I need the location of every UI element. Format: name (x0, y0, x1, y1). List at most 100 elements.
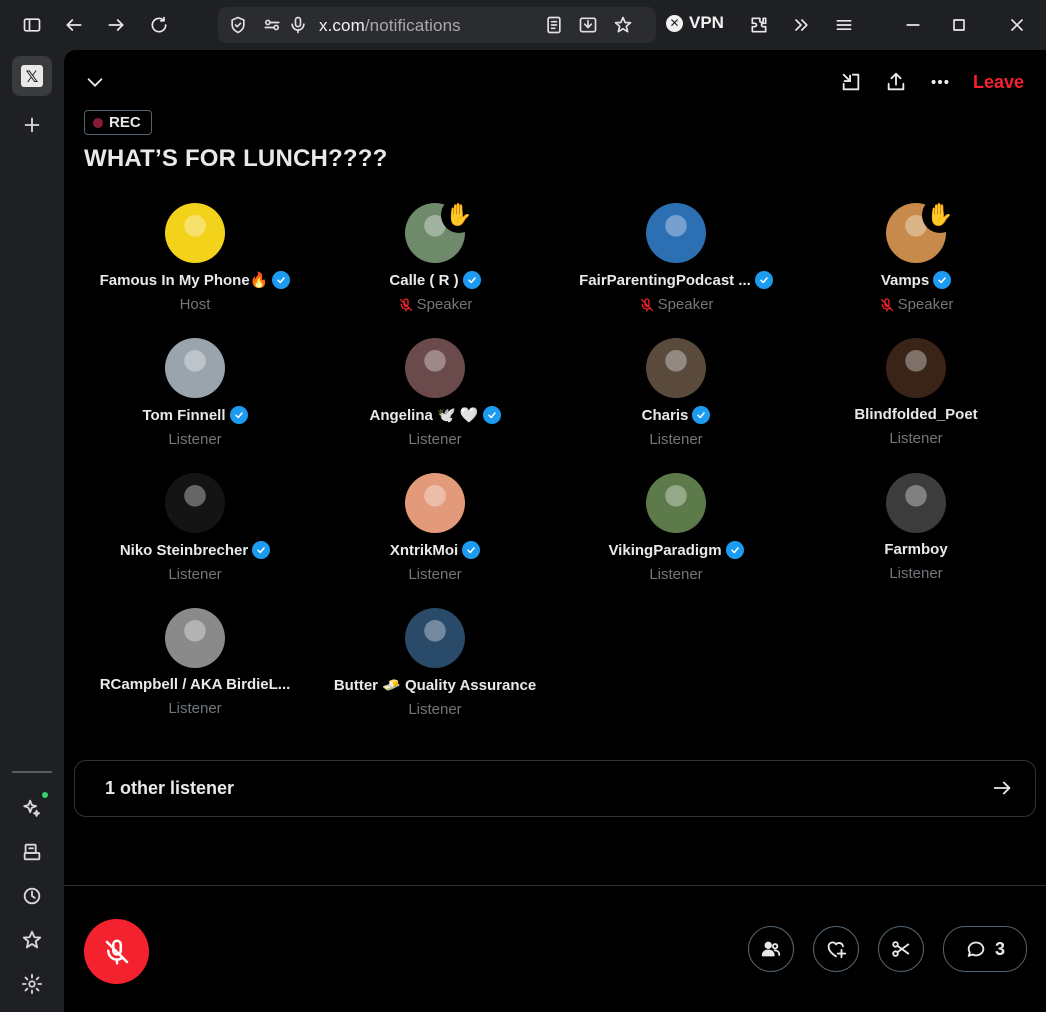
participant-role: Listener (649, 566, 703, 583)
ai-assistant-button[interactable] (12, 788, 52, 828)
participant-name: Farmboy (884, 541, 948, 558)
participant-card[interactable]: Tom Finnell Listener (75, 338, 315, 448)
participant-card[interactable]: FairParentingPodcast ... Speaker (556, 203, 796, 313)
shield-icon[interactable] (228, 15, 248, 35)
participant-role: Listener (168, 431, 222, 448)
sparkle-icon (23, 799, 41, 817)
participant-card[interactable]: Butter 🧈 Quality Assurance Listener (315, 608, 555, 718)
wallet-icon (23, 843, 41, 861)
avatar (405, 338, 465, 398)
extensions-icon[interactable] (744, 10, 774, 40)
more-tools-icon[interactable] (786, 10, 816, 40)
participant-role-row: Listener (75, 431, 315, 448)
add-panel-button[interactable] (12, 105, 52, 145)
participant-role-row: Listener (796, 430, 1036, 447)
settings-button[interactable] (12, 964, 52, 1004)
other-listeners-row[interactable]: 1 other listener (74, 760, 1036, 817)
more-options-button[interactable] (927, 69, 953, 95)
participant-role: Listener (889, 565, 943, 582)
picture-in-picture-button[interactable] (838, 69, 864, 95)
close-window-icon[interactable] (1002, 10, 1032, 40)
star-icon (22, 930, 42, 949)
participant-card[interactable]: Niko Steinbrecher Listener (75, 473, 315, 583)
participant-card[interactable]: VikingParadigm Listener (556, 473, 796, 583)
site-settings-icon[interactable] (262, 15, 282, 35)
avatar (165, 338, 225, 398)
avatar-wrap: ✋ (886, 197, 958, 263)
address-bar[interactable]: x.com/notifications (218, 7, 656, 43)
verified-badge-icon (462, 541, 481, 559)
participant-name: RCampbell / AKA BirdieL... (99, 676, 291, 693)
reload-icon[interactable] (144, 10, 174, 40)
react-button[interactable] (813, 926, 859, 972)
participant-card[interactable]: Charis Listener (556, 338, 796, 448)
pip-icon (842, 73, 860, 91)
participant-card[interactable]: ✋ Calle ( R ) Speaker (315, 197, 555, 313)
participant-card[interactable]: ✋ Vamps Speaker (796, 197, 1036, 313)
participant-name: Calle ( R ) (389, 271, 459, 289)
verified-badge-icon (933, 271, 952, 289)
recording-badge: REC (84, 110, 152, 135)
collapse-button[interactable] (82, 69, 108, 95)
minimize-icon[interactable] (898, 10, 928, 40)
verified-badge-icon (229, 406, 248, 424)
participant-role-row: Listener (796, 565, 1036, 582)
participant-name-row: RCampbell / AKA BirdieL... (75, 676, 315, 693)
microphone-icon[interactable] (288, 15, 308, 35)
share-button[interactable] (883, 69, 909, 95)
participant-name: Famous In My Phone🔥 (99, 272, 269, 289)
participant-name-row: FairParentingPodcast ... (556, 271, 796, 289)
back-icon[interactable] (59, 10, 89, 40)
participant-name-row: Vamps (796, 271, 1036, 289)
avatar-wrap: ✋ (405, 197, 477, 263)
participant-role: Speaker (657, 296, 714, 313)
more-icon (931, 79, 949, 85)
avatar (165, 203, 225, 263)
sidebar-toggle-icon[interactable] (17, 10, 47, 40)
participant-name: Niko Steinbrecher (119, 541, 249, 559)
participant-name: Tom Finnell (142, 406, 226, 424)
muted-mic-icon (398, 297, 414, 313)
avatar (646, 338, 706, 398)
raised-hand-icon: ✋ (922, 197, 958, 233)
avatar (405, 473, 465, 533)
participant-name-row: VikingParadigm (556, 541, 796, 559)
participant-role-row: Listener (315, 431, 555, 448)
mic-toggle-button[interactable] (84, 919, 149, 984)
participant-name: Angelina 🕊️ 🤍 (369, 407, 479, 424)
maximize-icon[interactable] (944, 10, 974, 40)
menu-icon[interactable] (829, 10, 859, 40)
clip-button[interactable] (878, 926, 924, 972)
participant-name-row: XntrikMoi (315, 541, 555, 559)
wallet-button[interactable] (12, 832, 52, 872)
participant-role: Listener (168, 566, 222, 583)
comments-button[interactable]: 3 (943, 926, 1027, 972)
participant-role: Listener (889, 430, 943, 447)
x-app-tab[interactable]: 𝕏 (12, 56, 52, 96)
download-icon[interactable] (578, 15, 598, 35)
participant-card[interactable]: Blindfolded_Poet Listener (796, 338, 1036, 447)
vpn-button[interactable]: ✕ VPN (666, 13, 724, 33)
participant-card[interactable]: RCampbell / AKA BirdieL... Listener (75, 608, 315, 717)
history-button[interactable] (12, 876, 52, 916)
leave-button[interactable]: Leave (973, 72, 1024, 93)
participant-card[interactable]: XntrikMoi Listener (315, 473, 555, 583)
arrow-right-icon (991, 777, 1013, 804)
bookmarks-button[interactable] (12, 920, 52, 960)
participant-card[interactable]: Angelina 🕊️ 🤍 Listener (315, 338, 555, 448)
verified-badge-icon (692, 406, 711, 424)
forward-icon[interactable] (101, 10, 131, 40)
participants-button[interactable] (748, 926, 794, 972)
browser-toolbar: x.com/notifications ✕ VPN (0, 0, 1046, 50)
participant-name: Blindfolded_Poet (854, 406, 978, 423)
participant-role: Listener (168, 700, 222, 717)
participant-name-row: Farmboy (796, 541, 1036, 558)
reader-mode-icon[interactable] (544, 15, 564, 35)
settings-icon (21, 973, 43, 995)
bookmark-star-icon[interactable] (613, 15, 633, 35)
avatar-wrap (405, 473, 465, 533)
url-text[interactable]: x.com/notifications (319, 16, 461, 36)
participant-card[interactable]: Farmboy Listener (796, 473, 1036, 582)
participant-card[interactable]: Famous In My Phone🔥 Host (75, 203, 315, 313)
url-host: x.com (319, 16, 365, 35)
